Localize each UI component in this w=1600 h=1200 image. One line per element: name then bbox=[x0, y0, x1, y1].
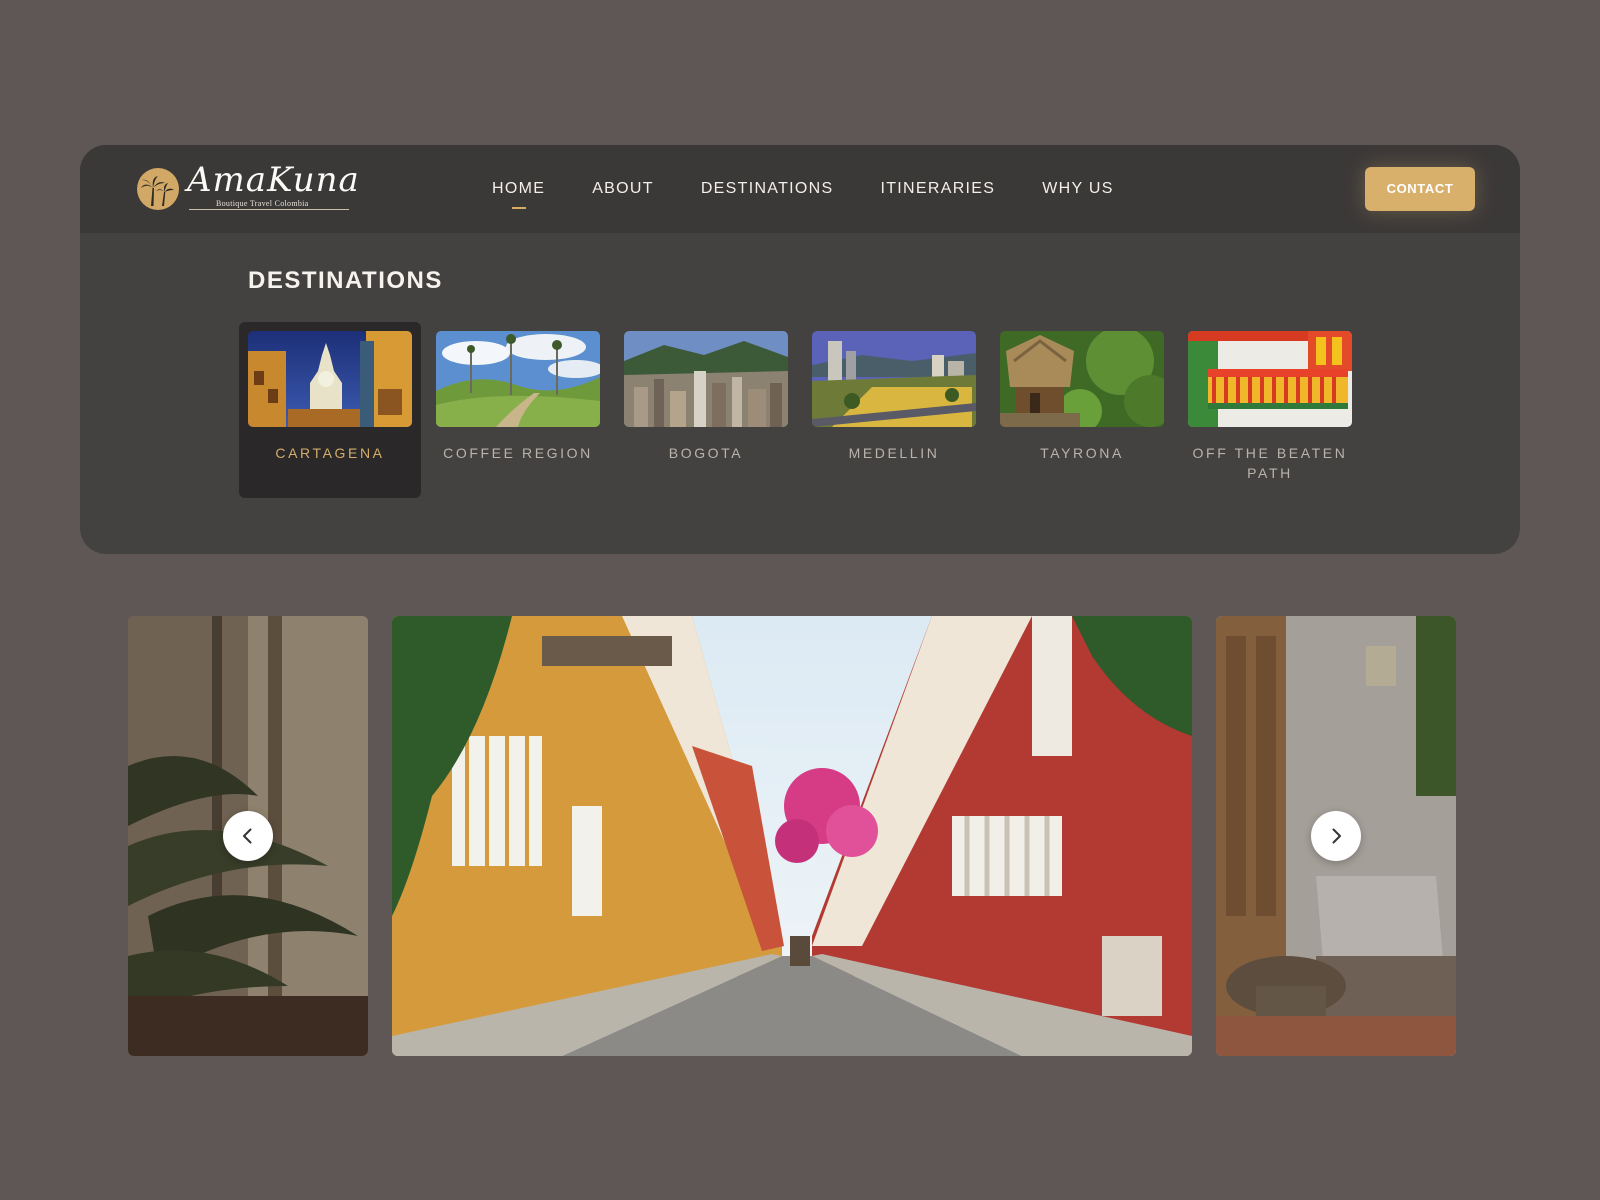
brand-tagline: Boutique Travel Colombia bbox=[216, 199, 309, 208]
navigation-panel: AmaKuna Boutique Travel Colombia HOME AB… bbox=[80, 145, 1520, 554]
tayrona-thumbnail bbox=[1000, 331, 1164, 427]
nav-item-destinations[interactable]: DESTINATIONS bbox=[701, 180, 834, 198]
nav-item-why-us[interactable]: WHY US bbox=[1042, 180, 1114, 198]
carousel-previous-button[interactable] bbox=[223, 811, 273, 861]
destination-label: MEDELLIN bbox=[848, 445, 940, 461]
brand-underline bbox=[189, 209, 349, 210]
destination-card-bogota[interactable]: BOGOTA bbox=[615, 322, 797, 498]
bogota-thumbnail bbox=[624, 331, 788, 427]
carousel-slide-current[interactable] bbox=[392, 616, 1192, 1056]
destinations-list: CARTAGENA COFFEE REGION BOGOTA MEDELLIN … bbox=[239, 322, 1359, 502]
chevron-right-icon bbox=[1332, 828, 1341, 844]
carousel-next-button[interactable] bbox=[1311, 811, 1361, 861]
destination-label: CARTAGENA bbox=[275, 445, 385, 461]
medellin-thumbnail bbox=[812, 331, 976, 427]
off-the-beaten-path-thumbnail bbox=[1188, 331, 1352, 427]
contact-button[interactable]: CONTACT bbox=[1365, 167, 1475, 211]
coffee-region-thumbnail bbox=[436, 331, 600, 427]
nav-item-about[interactable]: ABOUT bbox=[592, 180, 654, 198]
destination-label: TAYRONA bbox=[1040, 445, 1124, 461]
cartagena-thumbnail bbox=[248, 331, 412, 427]
palm-tree-logo-icon bbox=[137, 168, 179, 210]
destination-card-cartagena[interactable]: CARTAGENA bbox=[239, 322, 421, 498]
nav-item-home[interactable]: HOME bbox=[492, 180, 545, 209]
destination-card-medellin[interactable]: MEDELLIN bbox=[803, 322, 985, 498]
chevron-left-icon bbox=[243, 828, 252, 844]
brand-logo[interactable]: AmaKuna Boutique Travel Colombia bbox=[137, 160, 359, 213]
destination-card-coffee-region[interactable]: COFFEE REGION bbox=[427, 322, 609, 498]
brand-name: AmaKuna bbox=[187, 160, 360, 200]
destination-card-tayrona[interactable]: TAYRONA bbox=[991, 322, 1173, 498]
destination-label: BOGOTA bbox=[668, 445, 744, 461]
destinations-heading: DESTINATIONS bbox=[248, 267, 443, 294]
destination-label: OFF THE BEATEN PATH bbox=[1192, 445, 1348, 481]
destination-card-off-the-beaten-path[interactable]: OFF THE BEATEN PATH bbox=[1179, 322, 1361, 498]
nav-item-itineraries[interactable]: ITINERARIES bbox=[880, 180, 995, 198]
top-navigation-bar: AmaKuna Boutique Travel Colombia HOME AB… bbox=[80, 145, 1520, 233]
main-menu: HOME ABOUT DESTINATIONS ITINERARIES WHY … bbox=[492, 145, 1114, 233]
destination-label: COFFEE REGION bbox=[443, 445, 593, 461]
